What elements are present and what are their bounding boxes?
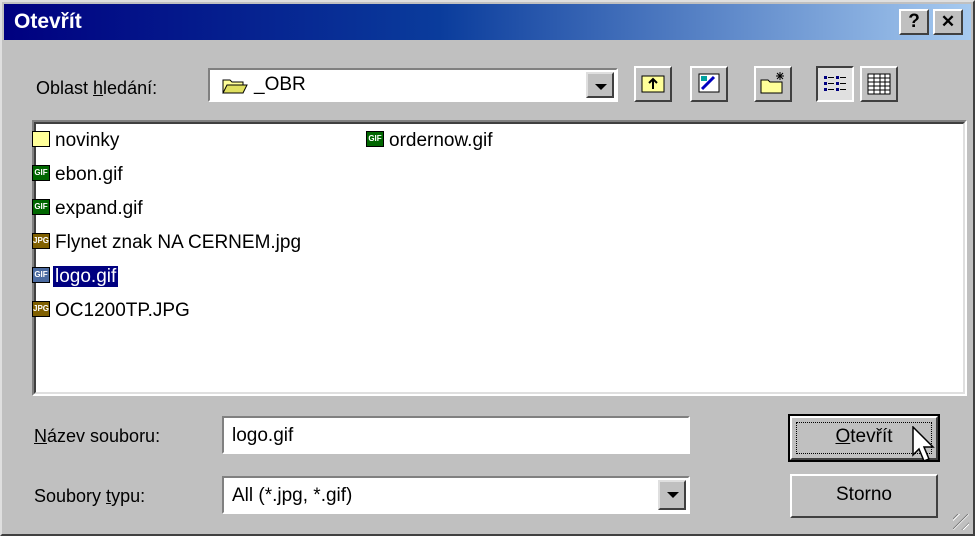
filetype-label: Soubory typu: [34, 486, 146, 506]
cancel-button[interactable]: Storno [790, 474, 938, 518]
gif-icon: GIF [366, 130, 384, 147]
up-folder-icon [636, 75, 670, 105]
file-name: ordernow.gif [389, 130, 493, 151]
gif-icon: GIF [32, 164, 50, 181]
jpg-icon: JPG [32, 300, 50, 317]
dialog-title: Otevřít [14, 10, 82, 33]
filename-label: Název souboru: [34, 426, 161, 446]
list-item[interactable]: JPG Flynet znak NA CERNEM.jpg [32, 230, 303, 258]
list-item[interactable]: JPG OC1200TP.JPG [32, 298, 192, 326]
file-list[interactable]: novinky GIF ebon.gif GIF expand.gif JPG Fly… [32, 120, 967, 396]
list-item[interactable]: GIF expand.gif [32, 196, 145, 224]
list-item-selected[interactable]: GIF logo.gif [32, 264, 120, 292]
details-view-button[interactable] [860, 66, 898, 102]
close-icon: ✕ [940, 12, 956, 31]
file-name: logo.gif [51, 265, 120, 288]
list-view-icon [818, 76, 852, 105]
filename-value: logo.gif [232, 425, 294, 446]
filetype-dropdown-button[interactable] [658, 480, 686, 510]
mouse-cursor-icon [912, 425, 936, 472]
desktop-button[interactable] [690, 66, 728, 102]
file-name: Flynet znak NA CERNEM.jpg [55, 232, 302, 253]
gif-icon: GIF [32, 266, 50, 283]
gif-icon: GIF [32, 198, 50, 215]
title-bar[interactable]: Otevřít ? ✕ [4, 4, 971, 40]
new-folder-icon [756, 72, 790, 105]
list-item[interactable]: GIF ebon.gif [32, 162, 125, 190]
file-name: expand.gif [55, 198, 143, 219]
lookin-label: Oblast hledání: [36, 78, 158, 98]
folder-icon [32, 130, 50, 147]
file-name: OC1200TP.JPG [55, 300, 190, 321]
filetype-select[interactable]: All (*.jpg, *.gif) [222, 476, 690, 514]
filename-input[interactable]: logo.gif [222, 416, 690, 454]
details-view-icon [862, 73, 896, 105]
help-button[interactable]: ? [899, 9, 929, 35]
list-view-button[interactable] [816, 66, 854, 102]
resize-grip-icon[interactable] [953, 514, 969, 530]
list-item[interactable]: novinky [32, 128, 121, 156]
file-name: ebon.gif [55, 164, 123, 185]
filetype-value: All (*.jpg, *.gif) [232, 485, 353, 506]
jpg-icon: JPG [32, 232, 50, 249]
close-button[interactable]: ✕ [933, 9, 963, 35]
up-folder-button[interactable] [634, 66, 672, 102]
folder-open-icon [222, 77, 248, 94]
file-name: novinky [55, 130, 120, 151]
file-list-border [34, 122, 965, 394]
lookin-combobox[interactable]: _OBR [208, 68, 618, 102]
lookin-dropdown-button[interactable] [586, 72, 614, 98]
list-item[interactable]: GIF ordernow.gif [366, 128, 495, 156]
desktop-icon [692, 73, 726, 105]
lookin-value: _OBR [254, 74, 306, 95]
open-dialog: Otevřít ? ✕ Oblast hledání: _OBR novinky… [0, 0, 975, 536]
new-folder-button[interactable] [754, 66, 792, 102]
